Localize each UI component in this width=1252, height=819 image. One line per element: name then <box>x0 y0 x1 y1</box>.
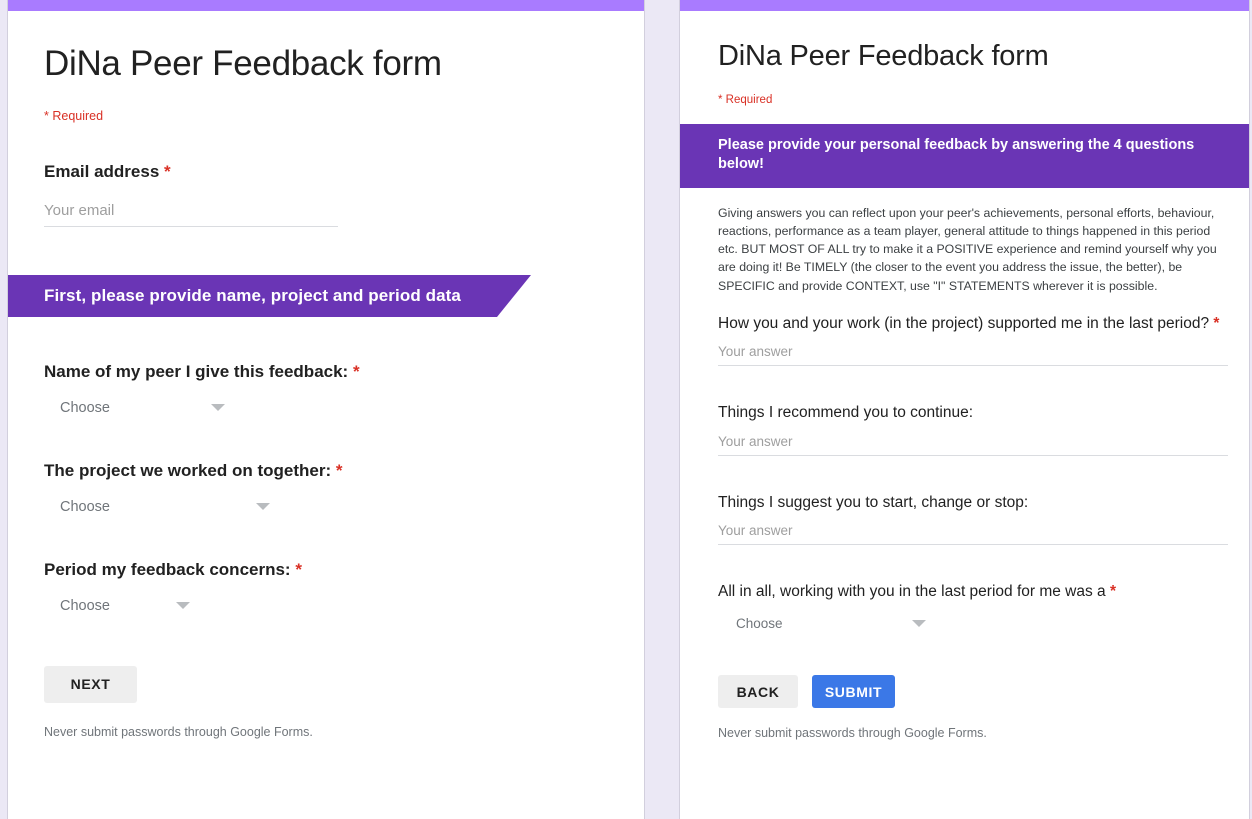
dropdown-selected-value: Choose <box>60 498 110 515</box>
period-dropdown[interactable]: Choose <box>60 598 190 614</box>
question-supported-me: How you and your work (in the project) s… <box>680 313 1249 367</box>
dropdown-selected-value: Choose <box>60 399 110 416</box>
project-dropdown[interactable]: Choose <box>60 499 270 515</box>
chevron-down-icon <box>912 620 926 628</box>
question-label: Name of my peer I give this feedback: * <box>44 361 644 384</box>
email-field[interactable]: Your email <box>44 202 338 227</box>
required-asterisk: * <box>335 460 343 480</box>
dropdown-selected-value: Choose <box>736 616 783 632</box>
required-asterisk: * <box>295 559 302 579</box>
peer-name-dropdown[interactable]: Choose <box>60 400 225 416</box>
page-1-actions: NEXT <box>44 665 644 703</box>
question-label-text: Name of my peer I give this feedback: <box>44 361 349 381</box>
back-button[interactable]: BACK <box>718 675 798 709</box>
page-2-actions: BACK SUBMIT <box>718 675 1249 709</box>
answer-field[interactable]: Your answer <box>718 344 1228 367</box>
question-email: Email address * Your email <box>8 161 644 227</box>
form-page-1-body: DiNa Peer Feedback form * Required Email… <box>8 43 644 739</box>
form-page-2-body: DiNa Peer Feedback form * Required Pleas… <box>680 39 1249 740</box>
required-asterisk: * <box>1213 314 1220 332</box>
form-page-2: DiNa Peer Feedback form * Required Pleas… <box>679 0 1250 819</box>
question-period: Period my feedback concerns: * Choose <box>8 559 644 614</box>
question-label-text: Period my feedback concerns: <box>44 559 291 579</box>
question-overall-rating: All in all, working with you in the last… <box>680 581 1249 631</box>
chevron-down-icon <box>176 602 190 610</box>
section-description: Giving answers you can reflect upon your… <box>718 205 1217 293</box>
chevron-down-icon <box>256 503 270 511</box>
question-peer-name: Name of my peer I give this feedback: * … <box>8 361 644 416</box>
section-header-banner-shape: First, please provide name, project and … <box>8 274 531 317</box>
required-asterisk: * <box>1110 582 1117 600</box>
password-warning-footnote: Never submit passwords through Google Fo… <box>718 726 987 741</box>
chevron-down-icon <box>211 404 225 412</box>
dropdown-selected-value: Choose <box>60 597 110 614</box>
form-top-accent-bar <box>8 0 644 11</box>
question-label: How you and your work (in the project) s… <box>718 313 1223 334</box>
question-label-text: Email address <box>44 162 160 181</box>
form-top-accent-bar <box>680 0 1249 11</box>
question-continue: Things I recommend you to continue: Your… <box>680 402 1249 456</box>
password-warning-footnote: Never submit passwords through Google Fo… <box>44 724 313 739</box>
question-label: Things I recommend you to continue: <box>718 402 1223 423</box>
section-header-banner: First, please provide name, project and … <box>8 274 644 317</box>
page-title: DiNa Peer Feedback form <box>44 44 442 83</box>
answer-field[interactable]: Your answer <box>718 434 1228 456</box>
page-divider-gap <box>645 0 679 819</box>
submit-button[interactable]: SUBMIT <box>812 675 895 709</box>
question-label: The project we worked on together: * <box>44 460 644 483</box>
page-title: DiNa Peer Feedback form <box>718 40 1049 72</box>
required-asterisk: * <box>352 361 360 381</box>
question-label-text: All in all, working with you in the last… <box>718 582 1106 600</box>
question-label-text: Things I suggest you to start, change or… <box>718 493 1029 511</box>
question-label: Email address * <box>44 161 644 184</box>
overall-rating-dropdown[interactable]: Choose <box>736 616 926 631</box>
section-header-banner: Please provide your personal feedback by… <box>680 123 1249 188</box>
question-label-text: The project we worked on together: <box>44 460 332 480</box>
required-asterisk: * <box>164 162 171 181</box>
required-legend: * Required <box>44 109 104 123</box>
question-label: Period my feedback concerns: * <box>44 559 644 582</box>
answer-field[interactable]: Your answer <box>718 523 1228 545</box>
question-label: Things I suggest you to start, change or… <box>718 492 1223 513</box>
question-start-change-stop: Things I suggest you to start, change or… <box>680 492 1249 545</box>
next-button[interactable]: NEXT <box>44 665 137 703</box>
section-header-text: First, please provide name, project and … <box>44 285 461 305</box>
question-label: All in all, working with you in the last… <box>718 581 1223 602</box>
question-label-text: Things I recommend you to continue: <box>718 404 974 422</box>
question-label-text: How you and your work (in the project) s… <box>718 314 1210 332</box>
section-header-text: Please provide your personal feedback by… <box>718 136 1195 173</box>
question-project: The project we worked on together: * Cho… <box>8 460 644 515</box>
google-forms-two-page-view: DiNa Peer Feedback form * Required Email… <box>0 0 1252 819</box>
required-legend: * Required <box>718 93 773 106</box>
form-page-1: DiNa Peer Feedback form * Required Email… <box>7 0 645 819</box>
